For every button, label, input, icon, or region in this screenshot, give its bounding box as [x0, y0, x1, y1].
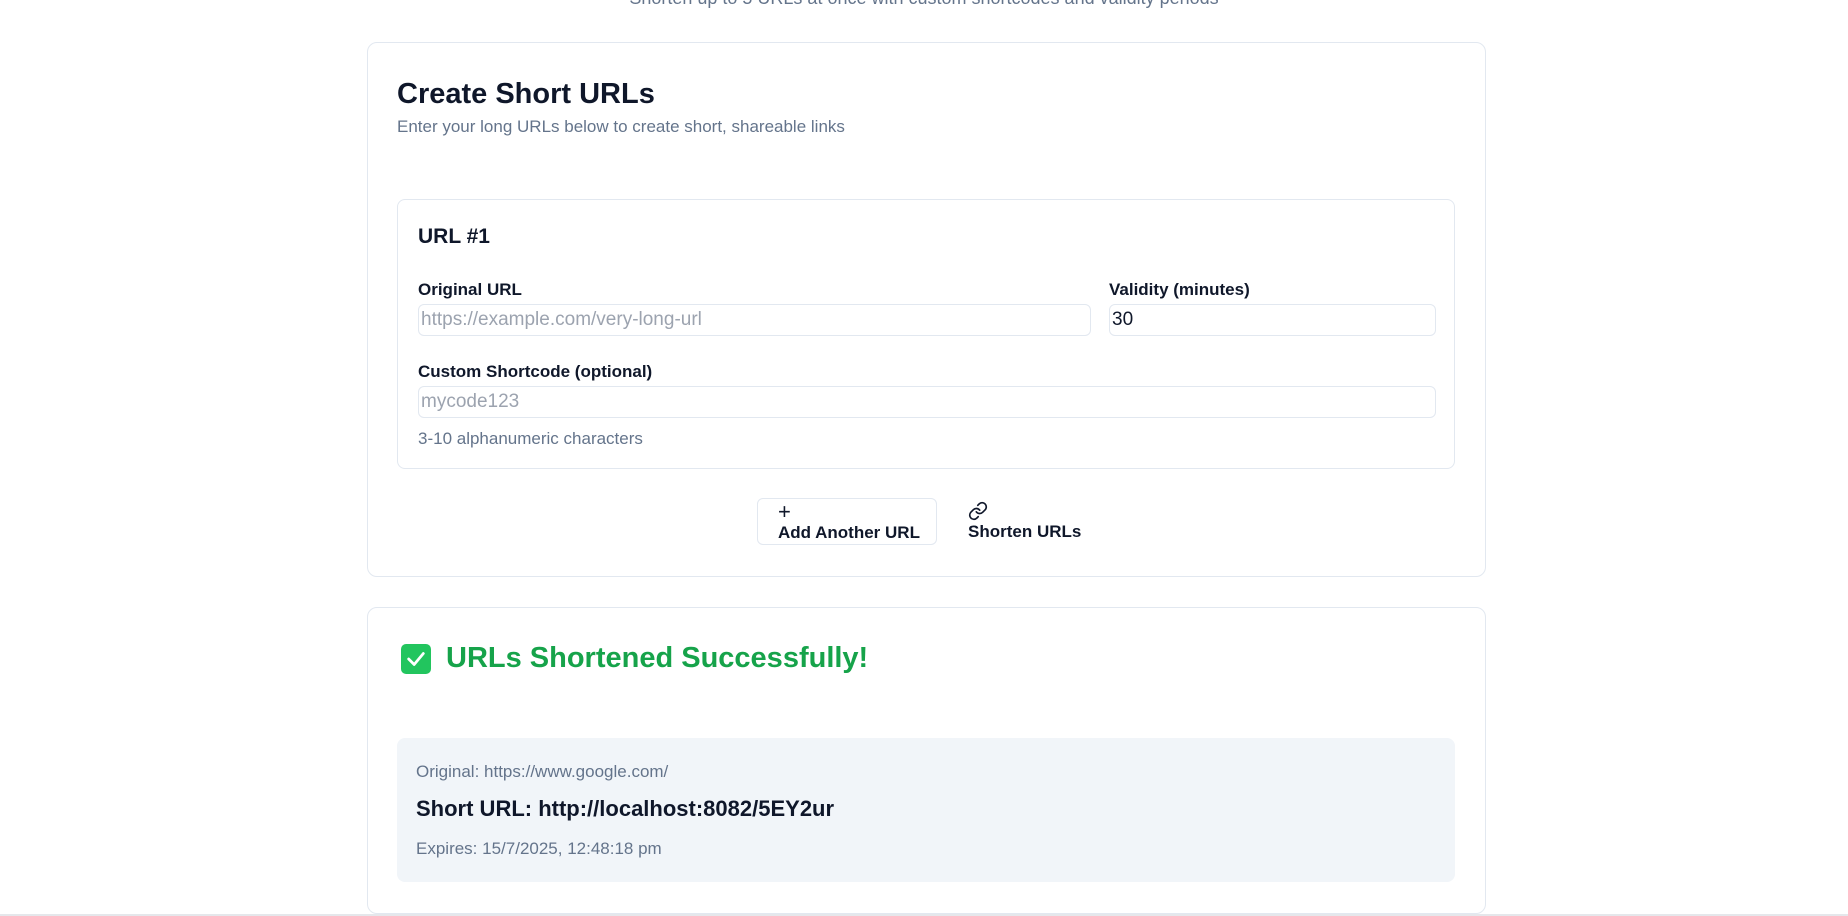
validity-input[interactable]: [1109, 304, 1436, 336]
result-short-url[interactable]: Short URL: http://localhost:8082/5EY2ur: [416, 796, 834, 822]
validity-label: Validity (minutes): [1109, 280, 1250, 299]
results-card: URLs Shortened Successfully! Original: h…: [367, 607, 1486, 914]
plus-icon: +: [778, 499, 791, 524]
shortcode-hint: 3-10 alphanumeric characters: [418, 429, 643, 448]
success-header: URLs Shortened Successfully!: [401, 642, 868, 675]
result-item: Original: https://www.google.com/ Short …: [397, 738, 1455, 882]
url-entry-heading: URL #1: [418, 225, 490, 248]
url-entry-1: URL #1 Original URL Validity (minutes) C…: [397, 199, 1455, 469]
card-description: Enter your long URLs below to create sho…: [397, 117, 845, 136]
create-urls-card: Create Short URLs Enter your long URLs b…: [367, 42, 1486, 577]
original-url-label: Original URL: [418, 280, 522, 299]
shorten-urls-label: Shorten URLs: [968, 522, 1082, 541]
page-subtitle: Shorten up to 5 URLs at once with custom…: [0, 0, 1848, 9]
add-another-url-button[interactable]: + Add Another URL: [757, 498, 937, 545]
result-expires: Expires: 15/7/2025, 12:48:18 pm: [416, 839, 662, 858]
shorten-urls-button[interactable]: Shorten URLs: [968, 498, 1088, 545]
original-url-input[interactable]: [418, 304, 1091, 336]
card-title: Create Short URLs: [397, 78, 655, 110]
add-another-url-label: Add Another URL: [778, 523, 920, 542]
shortcode-input[interactable]: [418, 386, 1436, 418]
page: Shorten up to 5 URLs at once with custom…: [0, 0, 1848, 916]
check-mark-icon: [401, 643, 431, 674]
success-title: URLs Shortened Successfully!: [446, 642, 869, 674]
result-original-url: Original: https://www.google.com/: [416, 762, 669, 781]
shortcode-label: Custom Shortcode (optional): [418, 362, 653, 381]
